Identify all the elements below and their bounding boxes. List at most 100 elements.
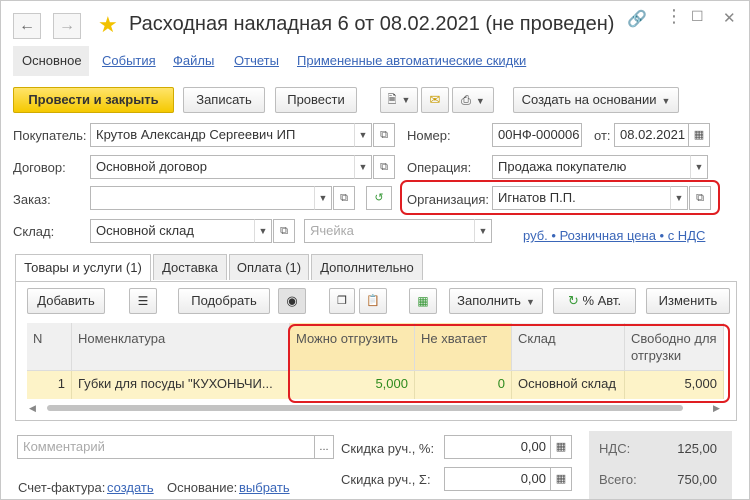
basis-label: Основание:: [167, 480, 238, 495]
tab-files[interactable]: Файлы: [173, 46, 214, 76]
total-label: Всего:: [599, 472, 637, 487]
tab-reports[interactable]: Отчеты: [234, 46, 279, 76]
calculator-icon[interactable]: ▦: [550, 435, 572, 459]
maximize-icon[interactable]: ☐: [691, 8, 704, 25]
organization-open-icon[interactable]: ⧉: [689, 186, 711, 210]
cell-nomenclature[interactable]: Губки для посуды "КУХОНЬЧИ...: [72, 371, 290, 399]
save-button[interactable]: Записать: [183, 87, 265, 113]
operation-field[interactable]: Продажа покупателю: [492, 155, 692, 179]
date-label: от:: [594, 128, 611, 143]
fill-button[interactable]: Заполнить ▼: [449, 288, 543, 314]
document-window: ← → ★ Расходная накладная 6 от 08.02.202…: [0, 0, 750, 500]
discount-percent-label: Скидка руч., %:: [341, 441, 435, 456]
warehouse-field[interactable]: Основной склад: [90, 219, 256, 243]
discount-percent-field[interactable]: 0,00: [444, 435, 552, 459]
barcode-icon: ☰: [137, 294, 149, 308]
horizontal-scrollbar[interactable]: ◀ ▶: [27, 402, 725, 414]
column-header-nomenclature[interactable]: Номенклатура: [72, 323, 290, 371]
paste-icon: 📋: [366, 295, 380, 307]
create-invoice-link[interactable]: создать: [107, 480, 154, 495]
show-stock-button[interactable]: ◉: [278, 288, 306, 314]
calendar-icon[interactable]: ▦: [688, 123, 710, 147]
percent-auto-label: % Авт.: [582, 293, 622, 308]
tab-auto-discounts[interactable]: Примененные автоматические скидки: [297, 46, 526, 76]
link-icon[interactable]: 🔗: [627, 9, 647, 29]
contract-field[interactable]: Основной договор: [90, 155, 356, 179]
envelope-icon: ✉: [429, 92, 441, 107]
buyer-field[interactable]: Крутов Александр Сергеевич ИП: [90, 123, 356, 147]
organization-dropdown-icon[interactable]: ▼: [670, 186, 688, 210]
more-icon[interactable]: ⋮: [665, 6, 683, 27]
discount-sum-field[interactable]: 0,00: [444, 467, 552, 491]
cell-field[interactable]: Ячейка: [304, 219, 476, 243]
create-based-on-button[interactable]: Создать на основании ▼: [513, 87, 679, 113]
warehouse-dropdown-icon[interactable]: ▼: [254, 219, 272, 243]
scrollbar-thumb[interactable]: [47, 405, 683, 411]
organization-field[interactable]: Игнатов П.П.: [492, 186, 672, 210]
post-and-close-button[interactable]: Провести и закрыть: [13, 87, 174, 113]
document-clock-icon: 🗎: [387, 94, 397, 106]
post-button[interactable]: Провести: [275, 87, 357, 113]
calculator-icon[interactable]: ▦: [550, 467, 572, 491]
operation-label: Операция:: [407, 160, 472, 175]
copy-icon: ❐: [337, 295, 347, 307]
mail-button[interactable]: ✉: [421, 87, 449, 113]
contract-label: Договор:: [13, 160, 66, 175]
buyer-dropdown-icon[interactable]: ▼: [354, 123, 372, 147]
table-settings-button[interactable]: ▦: [409, 288, 437, 314]
create-based-on-label: Создать на основании: [521, 92, 657, 107]
number-label: Номер:: [407, 128, 451, 143]
add-row-button[interactable]: Добавить: [27, 288, 105, 314]
back-icon[interactable]: ←: [13, 13, 41, 39]
order-field[interactable]: [90, 186, 316, 210]
favorite-star-icon[interactable]: ★: [98, 11, 118, 39]
operation-dropdown-icon[interactable]: ▼: [690, 155, 708, 179]
subtab-goods[interactable]: Товары и услуги (1): [15, 254, 151, 282]
warehouse-open-icon[interactable]: ⧉: [273, 219, 295, 243]
organization-label: Организация:: [407, 192, 490, 207]
contract-open-icon[interactable]: ⧉: [373, 155, 395, 179]
vat-value: 125,00: [677, 441, 717, 456]
contract-dropdown-icon[interactable]: ▼: [354, 155, 372, 179]
warehouse-label: Склад:: [13, 224, 55, 239]
fill-order-icon[interactable]: ↺: [366, 186, 392, 210]
discount-sum-label: Скидка руч., Σ:: [341, 472, 431, 487]
number-field[interactable]: 00НФ-000006: [492, 123, 582, 147]
price-type-link[interactable]: руб. • Розничная цена • с НДС: [523, 228, 705, 243]
column-header-n[interactable]: N: [27, 323, 72, 371]
date-field[interactable]: 08.02.2021: [614, 123, 690, 147]
order-dropdown-icon[interactable]: ▼: [314, 186, 332, 210]
comment-expand-icon[interactable]: ...: [314, 435, 334, 459]
buyer-label: Покупатель:: [13, 128, 87, 143]
order-label: Заказ:: [13, 192, 51, 207]
cell-row-number[interactable]: 1: [27, 371, 72, 399]
chevron-down-icon: ▼: [661, 96, 671, 106]
scroll-left-icon[interactable]: ◀: [29, 402, 36, 414]
vat-label: НДС:: [599, 441, 631, 456]
forward-icon[interactable]: →: [53, 13, 81, 39]
pick-button[interactable]: Подобрать: [178, 288, 270, 314]
buyer-open-icon[interactable]: ⧉: [373, 123, 395, 147]
printer-icon: ⎙: [461, 93, 471, 107]
cell-dropdown-icon[interactable]: ▼: [474, 219, 492, 243]
order-open-icon[interactable]: ⧉: [333, 186, 355, 210]
document-actions-button[interactable]: 🗎 ▼: [380, 87, 418, 113]
subtab-payment[interactable]: Оплата (1): [229, 254, 309, 280]
tab-events[interactable]: События: [102, 46, 156, 76]
tab-main[interactable]: Основное: [13, 46, 89, 76]
percent-auto-button[interactable]: ↻ % Авт.: [553, 288, 636, 314]
subtab-additional[interactable]: Дополнительно: [311, 254, 423, 280]
change-button[interactable]: Изменить: [646, 288, 730, 314]
subtab-delivery[interactable]: Доставка: [153, 254, 227, 280]
print-button[interactable]: ⎙ ▼: [452, 87, 494, 113]
close-icon[interactable]: ✕: [723, 9, 736, 27]
barcode-button[interactable]: ☰: [129, 288, 157, 314]
fill-label: Заполнить: [457, 293, 521, 308]
comment-input[interactable]: Комментарий: [17, 435, 317, 459]
paste-button[interactable]: 📋: [359, 288, 387, 314]
window-title: Расходная накладная 6 от 08.02.2021 (не …: [129, 13, 615, 35]
copy-button[interactable]: ❐: [329, 288, 355, 314]
select-basis-link[interactable]: выбрать: [239, 480, 290, 495]
scroll-right-icon[interactable]: ▶: [713, 402, 720, 414]
total-value: 750,00: [677, 472, 717, 487]
